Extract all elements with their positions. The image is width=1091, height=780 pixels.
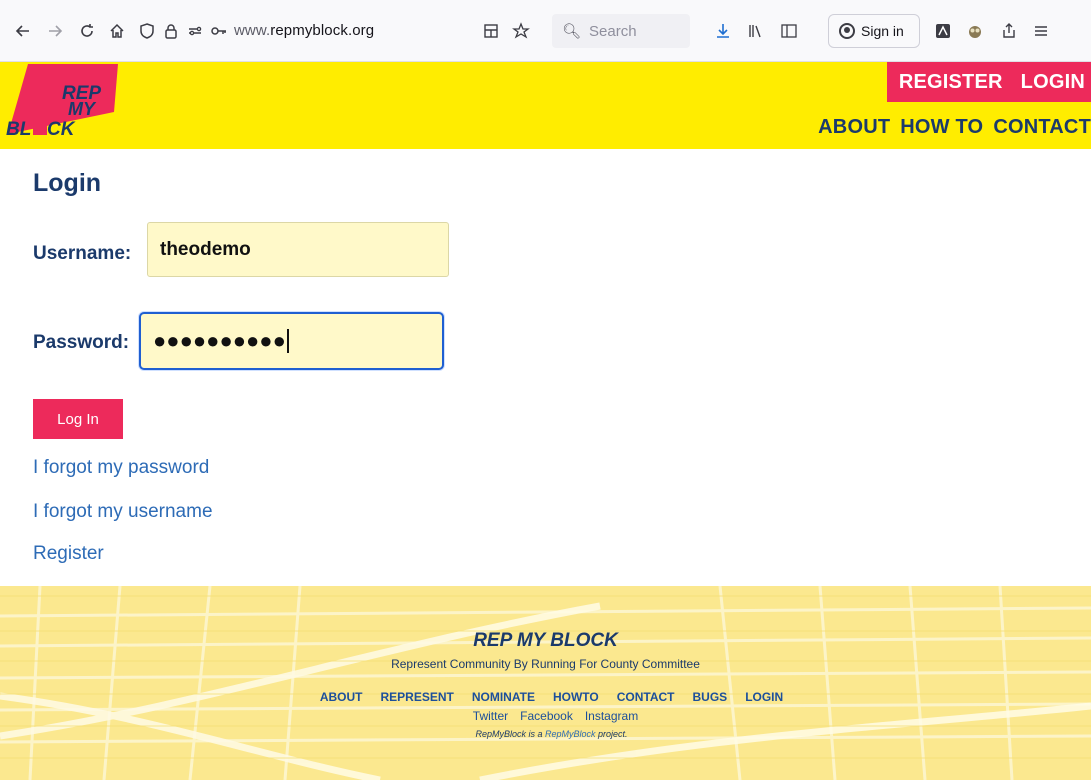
library-icon[interactable] — [742, 18, 768, 44]
url-text[interactable]: www.repmyblock.org — [234, 22, 374, 39]
register-link-body[interactable]: Register — [33, 543, 104, 565]
footer-title: REP MY BLOCK — [473, 630, 618, 651]
svg-text:MY: MY — [68, 99, 97, 119]
register-link[interactable]: REGISTER — [899, 71, 1003, 94]
download-icon[interactable] — [710, 18, 736, 44]
footer-represent[interactable]: REPRESENT — [380, 690, 453, 704]
share-icon[interactable] — [996, 18, 1022, 44]
forward-arrow-icon[interactable] — [42, 18, 68, 44]
auth-strip: REGISTER LOGIN — [886, 62, 1091, 102]
instagram-link[interactable]: Instagram — [585, 709, 638, 723]
site-footer: REP MY BLOCK Represent Community By Runn… — [0, 586, 1091, 780]
footer-tagline: Represent Community By Running For Count… — [391, 657, 700, 671]
key-icon[interactable] — [206, 18, 232, 44]
extension-a-icon[interactable] — [930, 18, 956, 44]
footer-social: Twitter Facebook Instagram — [0, 709, 1091, 723]
browser-toolbar: www.repmyblock.org 🔍︎ Search Sign in — [0, 0, 1091, 62]
account-icon — [839, 23, 855, 39]
log-in-button[interactable]: Log In — [33, 399, 123, 439]
forgot-username-link[interactable]: I forgot my username — [33, 501, 213, 523]
text-caret — [286, 329, 289, 353]
password-mask: ●●●●●●●●●● — [153, 328, 286, 353]
back-arrow-icon[interactable] — [10, 18, 36, 44]
credit-link[interactable]: RepMyBlock — [545, 729, 596, 739]
reload-icon[interactable] — [74, 18, 100, 44]
footer-login[interactable]: LOGIN — [745, 690, 783, 704]
site-header: REP MY BL CK REGISTER LOGIN ABOUT HOW TO… — [0, 62, 1091, 149]
nav-about[interactable]: ABOUT — [818, 116, 890, 139]
home-icon[interactable] — [104, 18, 130, 44]
reader-mode-icon[interactable] — [478, 18, 504, 44]
extension-owl-icon[interactable] — [962, 18, 988, 44]
facebook-link[interactable]: Facebook — [520, 709, 573, 723]
search-placeholder: Search — [589, 22, 637, 40]
rep-my-block-logo[interactable]: REP MY BL CK — [6, 62, 118, 149]
sign-in-button[interactable]: Sign in — [828, 14, 920, 48]
running-link[interactable]: Running — [531, 657, 576, 671]
sidebar-icon[interactable] — [776, 18, 802, 44]
twitter-link[interactable]: Twitter — [473, 709, 508, 723]
footer-about[interactable]: ABOUT — [320, 690, 363, 704]
shield-icon[interactable] — [134, 18, 160, 44]
nav-how-to[interactable]: HOW TO — [900, 116, 983, 139]
bookmark-star-icon[interactable] — [508, 18, 534, 44]
footer-nominate[interactable]: NOMINATE — [472, 690, 535, 704]
username-label: Username: — [33, 243, 132, 264]
svg-text:BL: BL — [6, 119, 31, 140]
menu-icon[interactable] — [1028, 18, 1054, 44]
footer-bugs[interactable]: BUGS — [693, 690, 728, 704]
page-title: Login — [33, 169, 102, 197]
search-icon: 🔍︎ — [562, 23, 582, 40]
footer-nav: ABOUT REPRESENT NOMINATE HOWTO CONTACT B… — [0, 690, 1091, 704]
svg-text:CK: CK — [47, 119, 76, 140]
footer-contact[interactable]: CONTACT — [617, 690, 675, 704]
footer-credit: RepMyBlock is a RepMyBlock project. — [475, 729, 628, 739]
footer-content: REP MY BLOCK Represent Community By Runn… — [0, 586, 1091, 780]
footer-howto[interactable]: HOWTO — [553, 690, 599, 704]
nav-contact[interactable]: CONTACT — [993, 116, 1091, 139]
password-input[interactable]: ●●●●●●●●●● — [139, 312, 444, 370]
login-link[interactable]: LOGIN — [1021, 71, 1085, 94]
main-nav: ABOUT HOW TO CONTACT — [818, 116, 1091, 139]
lock-icon[interactable] — [158, 18, 184, 44]
forgot-password-link[interactable]: I forgot my password — [33, 457, 209, 479]
username-input[interactable]: theodemo — [147, 222, 449, 277]
browser-search-box[interactable]: 🔍︎ Search — [552, 14, 690, 48]
username-value: theodemo — [160, 238, 251, 260]
password-label: Password: — [33, 332, 130, 353]
permissions-icon[interactable] — [182, 18, 208, 44]
